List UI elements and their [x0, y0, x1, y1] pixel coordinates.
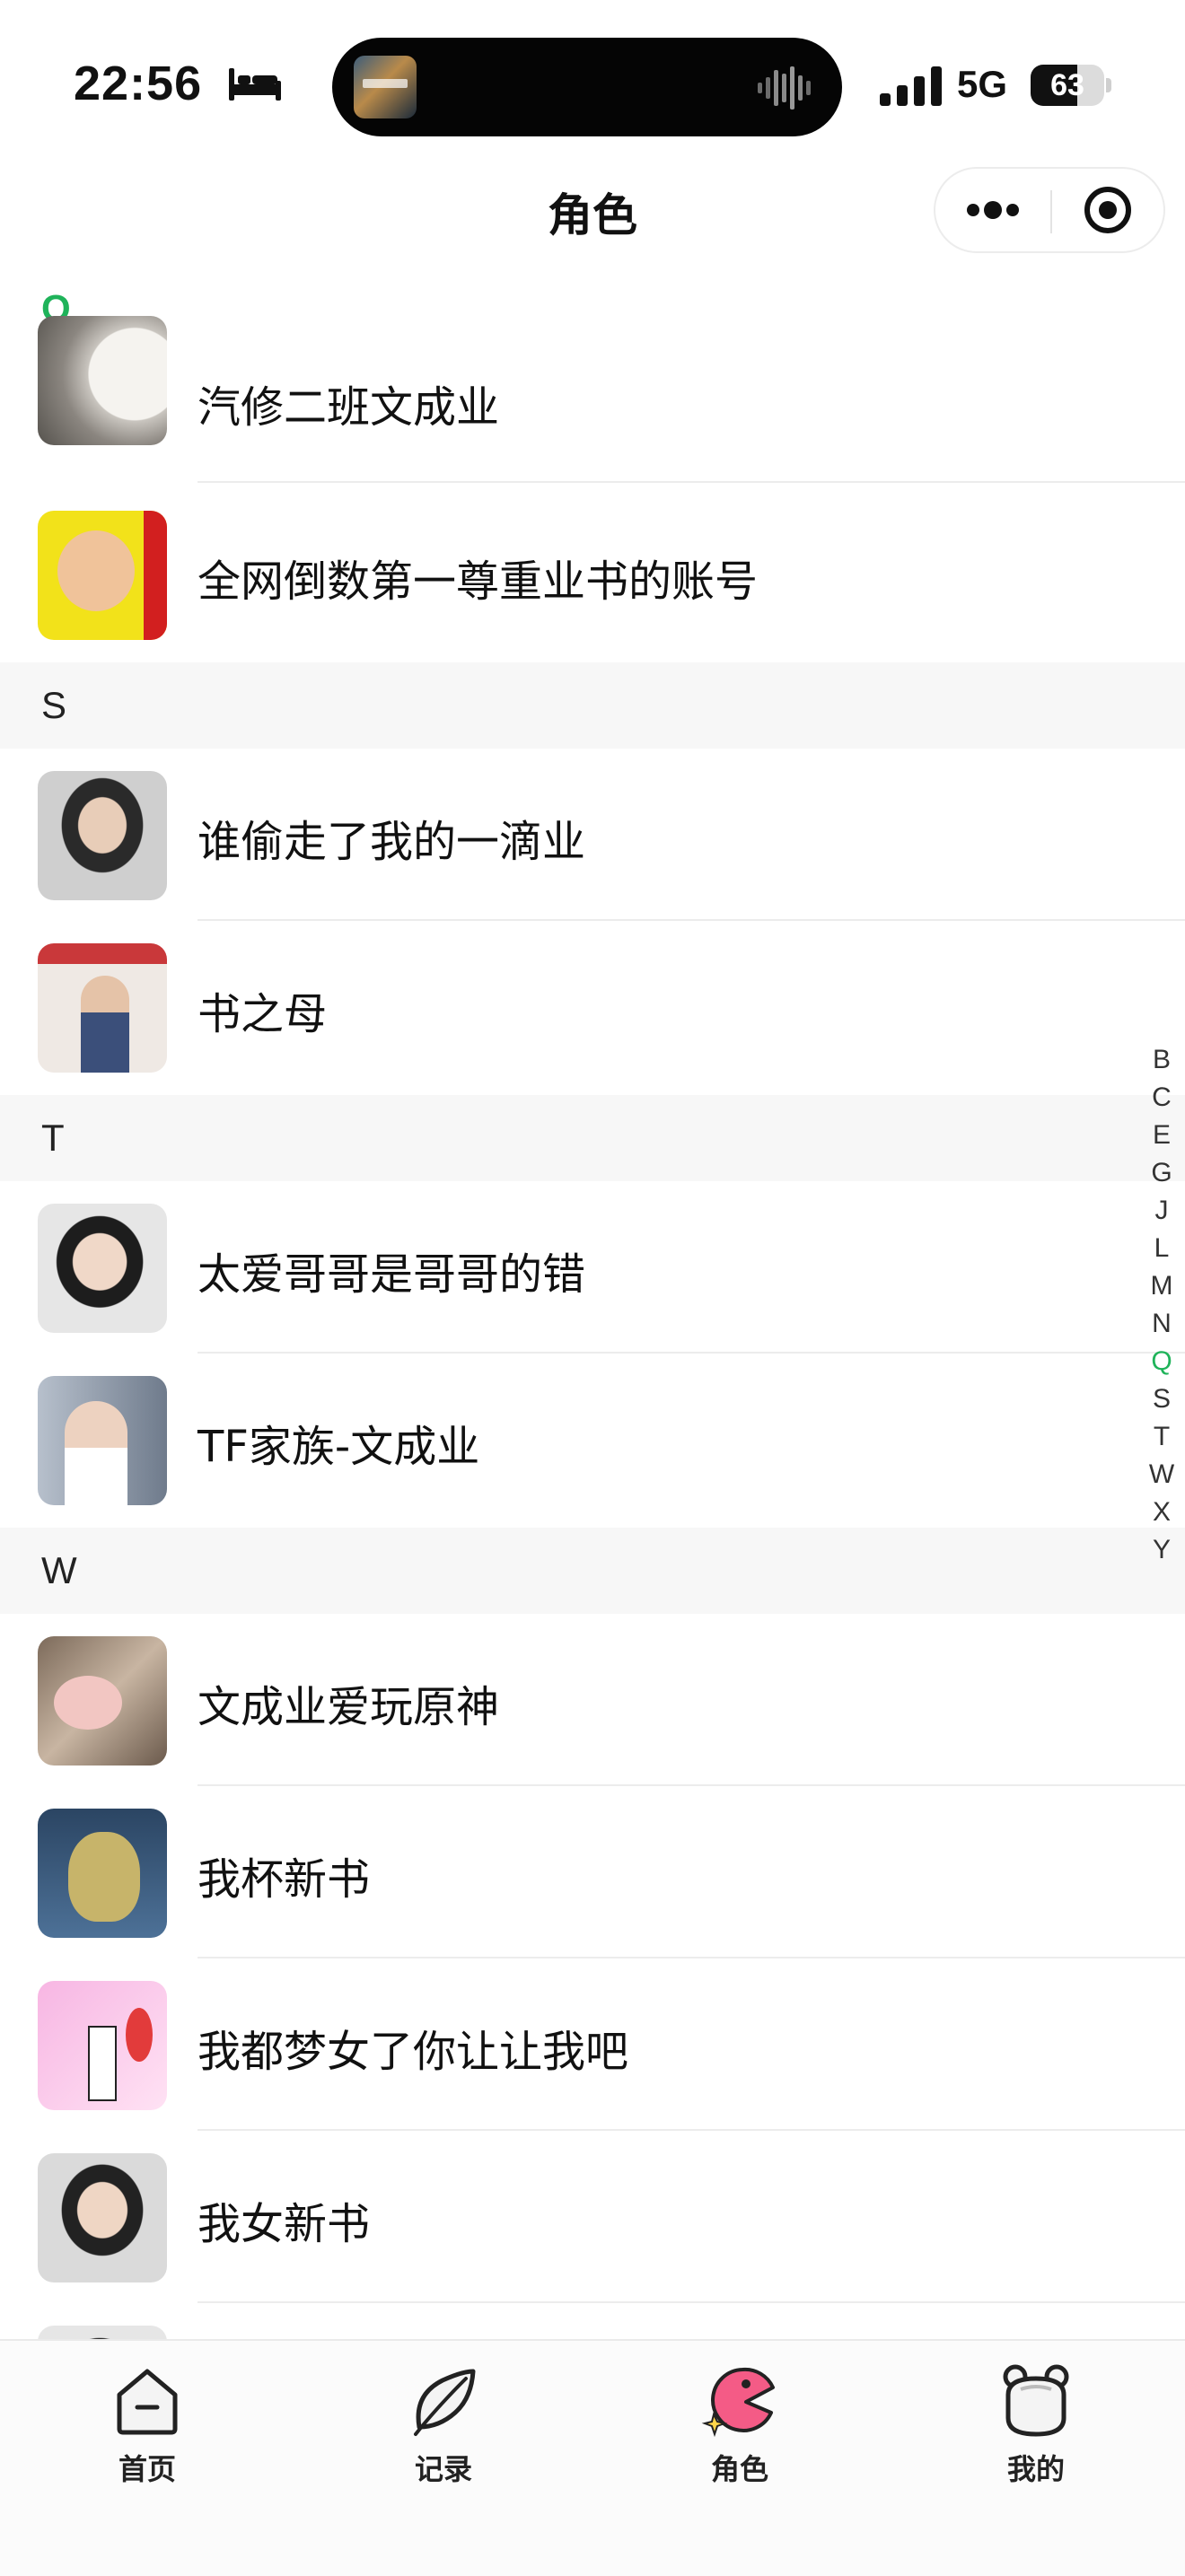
- now-playing-artwork: [354, 56, 417, 118]
- tab-label: 角色: [710, 2452, 768, 2486]
- tab-label: 首页: [118, 2452, 176, 2486]
- section-letter: W: [41, 1549, 77, 1591]
- character-name: 汽修二班文成业: [198, 382, 500, 433]
- list-item[interactable]: TF家族-文成业: [0, 1354, 1185, 1526]
- tab-bar: 首页 记录 角色 我的: [0, 2339, 1185, 2576]
- list-item[interactable]: 我杯新书: [0, 1786, 1185, 1958]
- index-letter-x[interactable]: X: [1142, 1494, 1181, 1531]
- section-header-s: S: [0, 662, 1185, 749]
- tab-records[interactable]: 记录: [363, 2357, 524, 2492]
- index-letter-y[interactable]: Y: [1142, 1531, 1181, 1569]
- tab-label: 记录: [414, 2452, 472, 2486]
- character-name: 我都梦女了你让让我吧: [198, 2027, 629, 2077]
- avatar: [38, 1981, 167, 2110]
- avatar: [38, 771, 167, 900]
- tab-mine[interactable]: 我的: [955, 2357, 1117, 2492]
- dynamic-island[interactable]: [332, 38, 842, 136]
- index-letter-n[interactable]: N: [1142, 1305, 1181, 1343]
- more-dots-icon: [967, 201, 1019, 219]
- index-letter-s[interactable]: S: [1142, 1380, 1181, 1418]
- bear-icon: [1003, 2364, 1069, 2437]
- index-letter-e[interactable]: E: [1142, 1117, 1181, 1154]
- status-time: 22:56: [74, 57, 203, 110]
- tab-label: 我的: [1006, 2452, 1065, 2486]
- avatar: [38, 1376, 167, 1505]
- battery-percent: 63: [1050, 68, 1084, 102]
- character-name: 书之母: [198, 989, 328, 1039]
- list-item[interactable]: 我女新书: [0, 2131, 1185, 2303]
- section-letter: T: [41, 1117, 65, 1159]
- section-letter: S: [41, 684, 67, 726]
- avatar: [38, 1636, 167, 1766]
- index-letter-b[interactable]: B: [1142, 1041, 1181, 1079]
- character-name: TF家族-文成业: [198, 1422, 480, 1472]
- index-letter-l[interactable]: L: [1142, 1230, 1181, 1267]
- list-item[interactable]: 书之母: [0, 921, 1185, 1093]
- list-item[interactable]: 汽修二班文成业: [0, 316, 1185, 483]
- character-name: 我女新书: [198, 2199, 371, 2249]
- bed-icon: [229, 68, 281, 101]
- more-button[interactable]: [935, 169, 1050, 251]
- waveform-icon: [758, 66, 811, 110]
- list-item[interactable]: [0, 2303, 1185, 2339]
- index-letter-t[interactable]: T: [1142, 1418, 1181, 1456]
- avatar: [38, 2326, 167, 2339]
- avatar: [38, 2153, 167, 2282]
- target-circle-icon: [1084, 187, 1131, 233]
- list-item[interactable]: 全网倒数第一尊重业书的账号: [0, 488, 1185, 661]
- avatar: [38, 1809, 167, 1938]
- list-item[interactable]: 我都梦女了你让让我吧: [0, 1958, 1185, 2131]
- section-header-w: W: [0, 1528, 1185, 1614]
- character-name: 太爱哥哥是哥哥的错: [198, 1249, 586, 1300]
- feather-icon: [414, 2369, 476, 2436]
- list-item[interactable]: 太爱哥哥是哥哥的错: [0, 1181, 1185, 1354]
- avatar: [38, 316, 167, 445]
- character-name: 全网倒数第一尊重业书的账号: [198, 556, 759, 607]
- tab-home[interactable]: 首页: [66, 2357, 228, 2492]
- index-letter-q[interactable]: Q: [1142, 1343, 1181, 1380]
- index-letter-g[interactable]: G: [1142, 1154, 1181, 1192]
- index-letter-m[interactable]: M: [1142, 1267, 1181, 1305]
- alphabet-index-bar[interactable]: BCEGJLMNQSTWXY: [1142, 1041, 1181, 1569]
- avatar: [38, 1204, 167, 1333]
- avatar: [38, 511, 167, 640]
- index-letter-w[interactable]: W: [1142, 1456, 1181, 1494]
- tab-characters[interactable]: 角色: [659, 2357, 821, 2492]
- index-letter-c[interactable]: C: [1142, 1079, 1181, 1117]
- index-letter-j[interactable]: J: [1142, 1192, 1181, 1230]
- close-mini-program-button[interactable]: [1052, 169, 1163, 251]
- battery-indicator: 63: [1031, 65, 1111, 106]
- character-name: 文成业爱玩原神: [198, 1682, 500, 1732]
- network-type: 5G: [957, 63, 1008, 105]
- character-name: 我杯新书: [198, 1854, 371, 1905]
- list-item[interactable]: 文成业爱玩原神: [0, 1614, 1185, 1786]
- character-icon: [701, 2367, 775, 2438]
- avatar: [38, 943, 167, 1073]
- status-bar: 22:56 5G 63: [0, 0, 1185, 157]
- home-icon: [117, 2369, 178, 2435]
- section-header-t: T: [0, 1095, 1185, 1181]
- mini-program-capsule: [934, 167, 1165, 253]
- character-name: 谁偷走了我的一滴业: [198, 817, 586, 867]
- list-item[interactable]: 谁偷走了我的一滴业: [0, 749, 1185, 921]
- character-list[interactable]: Q 汽修二班文成业 全网倒数第一尊重业书的账号 S 谁偷走了我的一滴业 书之母 …: [0, 266, 1185, 2339]
- cellular-signal-icon: [880, 66, 942, 106]
